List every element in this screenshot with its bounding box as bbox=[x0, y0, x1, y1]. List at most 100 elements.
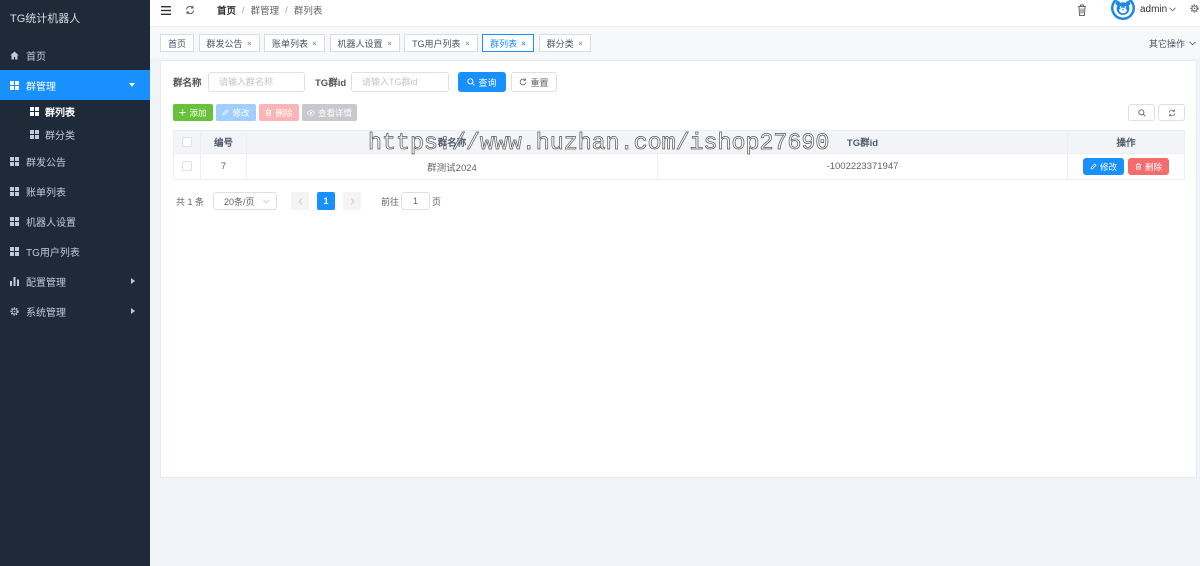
sidebar-item-label: 机器人设置 bbox=[26, 217, 76, 229]
sidebar-item-group-management[interactable]: 群管理 bbox=[0, 70, 150, 100]
tab-label: 群列表 bbox=[490, 38, 518, 49]
chevron-down-icon bbox=[1169, 7, 1177, 12]
close-icon[interactable] bbox=[312, 41, 317, 46]
menu-fold-icon[interactable] bbox=[161, 6, 171, 15]
sidebar-subitem-group-category[interactable]: 群分类 bbox=[0, 123, 150, 146]
chevron-left-icon bbox=[298, 197, 303, 205]
sidebar-item-label: 账单列表 bbox=[26, 187, 66, 199]
refresh-icon bbox=[519, 78, 530, 86]
row-checkbox[interactable] bbox=[182, 161, 192, 172]
edit-icon bbox=[222, 109, 232, 116]
row-edit-label: 修改 bbox=[1099, 161, 1117, 172]
tab-label: 首页 bbox=[168, 38, 187, 49]
chevron-down-icon bbox=[263, 198, 270, 204]
column-header-tg-group-id: TG群id bbox=[657, 130, 1068, 154]
tg-group-id-label: TG群id bbox=[315, 78, 347, 89]
delete-icon bbox=[1135, 163, 1145, 170]
view-detail-button[interactable]: 查看详情 bbox=[302, 104, 357, 121]
edit-button[interactable]: 修改 bbox=[216, 104, 256, 121]
column-header-group-name: 群名称 bbox=[246, 130, 658, 154]
tab-group-list[interactable]: 群列表 bbox=[482, 34, 535, 52]
other-operations-dropdown[interactable]: 其它操作 bbox=[1149, 37, 1196, 50]
close-icon[interactable] bbox=[578, 41, 583, 46]
tg-group-id-input[interactable] bbox=[351, 72, 449, 92]
sidebar-item-broadcast[interactable]: 群发公告 bbox=[0, 146, 150, 176]
close-icon[interactable] bbox=[247, 41, 252, 46]
content-panel: 群名称 TG群id 查询 重置 添加 修改 删除 查看详情 bbox=[160, 60, 1197, 478]
sidebar-item-home[interactable]: 首页 bbox=[0, 40, 150, 70]
grid-icon bbox=[10, 80, 19, 90]
reset-button[interactable]: 重置 bbox=[511, 72, 557, 92]
row-delete-button[interactable]: 删除 bbox=[1128, 158, 1169, 175]
tab-broadcast[interactable]: 群发公告 bbox=[198, 34, 260, 52]
trash-icon[interactable] bbox=[1077, 4, 1087, 16]
close-icon[interactable] bbox=[387, 41, 392, 46]
edit-button-label: 修改 bbox=[232, 107, 250, 118]
row-edit-button[interactable]: 修改 bbox=[1083, 158, 1124, 175]
close-icon[interactable] bbox=[465, 41, 470, 46]
gear-icon[interactable] bbox=[1190, 4, 1199, 13]
goto-page-input[interactable] bbox=[401, 192, 430, 210]
query-button[interactable]: 查询 bbox=[458, 72, 506, 92]
avatar[interactable] bbox=[1111, 0, 1135, 20]
chevron-down-icon bbox=[1189, 41, 1196, 46]
refresh-table-button[interactable] bbox=[1158, 104, 1185, 121]
query-button-label: 查询 bbox=[478, 77, 497, 88]
sidebar-item-label: 配置管理 bbox=[26, 277, 66, 289]
tags-bar: 首页 群发公告 账单列表 机器人设置 TG用户列表 群列表 群分类 其它操作 bbox=[150, 27, 1200, 58]
close-icon[interactable] bbox=[521, 41, 526, 46]
tab-group-category[interactable]: 群分类 bbox=[538, 34, 591, 52]
row-select-cell bbox=[173, 153, 201, 180]
refresh-icon[interactable] bbox=[185, 5, 195, 15]
add-button[interactable]: 添加 bbox=[173, 104, 213, 121]
tab-tg-users[interactable]: TG用户列表 bbox=[404, 34, 478, 52]
grid-icon bbox=[10, 246, 19, 256]
grid-icon bbox=[10, 156, 19, 166]
group-name-input[interactable] bbox=[208, 72, 305, 92]
caret-right-icon bbox=[131, 308, 135, 314]
plus-icon bbox=[179, 109, 189, 116]
sidebar-item-bills[interactable]: 账单列表 bbox=[0, 176, 150, 206]
page-unit-label: 页 bbox=[432, 196, 442, 207]
sidebar-item-bot-settings[interactable]: 机器人设置 bbox=[0, 206, 150, 236]
edit-icon bbox=[1090, 163, 1100, 170]
breadcrumb-current: 群列表 bbox=[293, 6, 323, 17]
tab-bills[interactable]: 账单列表 bbox=[264, 34, 326, 52]
next-page-button[interactable] bbox=[343, 192, 361, 210]
table-row[interactable]: 7 群测试2024 -1002223371947 修改 删除 bbox=[173, 153, 1185, 180]
tab-bot-settings[interactable]: 机器人设置 bbox=[329, 34, 400, 52]
grid-icon bbox=[10, 186, 19, 196]
search-icon bbox=[1137, 108, 1146, 117]
breadcrumb-item-home[interactable]: 首页 bbox=[217, 3, 236, 17]
sidebar-item-tg-users[interactable]: TG用户列表 bbox=[0, 236, 150, 266]
sidebar-item-config[interactable]: 配置管理 bbox=[0, 266, 150, 296]
sidebar-subitem-label: 群分类 bbox=[45, 131, 75, 142]
row-actions: 修改 删除 bbox=[1068, 158, 1184, 175]
select-all-checkbox[interactable] bbox=[182, 136, 192, 147]
grid-icon bbox=[30, 107, 39, 116]
eye-icon bbox=[306, 109, 318, 116]
toggle-search-button[interactable] bbox=[1128, 104, 1155, 121]
tab-home[interactable]: 首页 bbox=[160, 34, 195, 52]
search-form: 群名称 TG群id 查询 重置 bbox=[173, 72, 557, 92]
sidebar-subitem-group-list[interactable]: 群列表 bbox=[0, 100, 150, 123]
caret-right-icon bbox=[131, 278, 135, 284]
refresh-icon bbox=[1168, 109, 1176, 117]
page-number-current[interactable]: 1 bbox=[317, 192, 335, 210]
table-header-row: 编号 群名称 TG群id 操作 bbox=[173, 130, 1185, 154]
page-size-select[interactable]: 20条/页 bbox=[213, 192, 277, 210]
prev-page-button[interactable] bbox=[291, 192, 309, 210]
sidebar-item-label: 系统管理 bbox=[26, 307, 66, 319]
gear-icon bbox=[10, 306, 19, 316]
breadcrumb-item: 群管理 bbox=[250, 6, 280, 17]
tab-label: TG用户列表 bbox=[412, 38, 461, 49]
bar-chart-icon bbox=[10, 276, 19, 286]
sidebar-item-system[interactable]: 系统管理 bbox=[0, 296, 150, 326]
user-menu[interactable]: admin bbox=[1140, 3, 1177, 16]
delete-button[interactable]: 删除 bbox=[259, 104, 299, 121]
reset-button-label: 重置 bbox=[530, 77, 549, 88]
breadcrumb-separator: / bbox=[242, 4, 245, 16]
cell-tg-group-id: -1002223371947 bbox=[657, 153, 1068, 180]
tab-label: 账单列表 bbox=[272, 38, 309, 49]
action-toolbar: 添加 修改 删除 查看详情 bbox=[173, 104, 360, 121]
